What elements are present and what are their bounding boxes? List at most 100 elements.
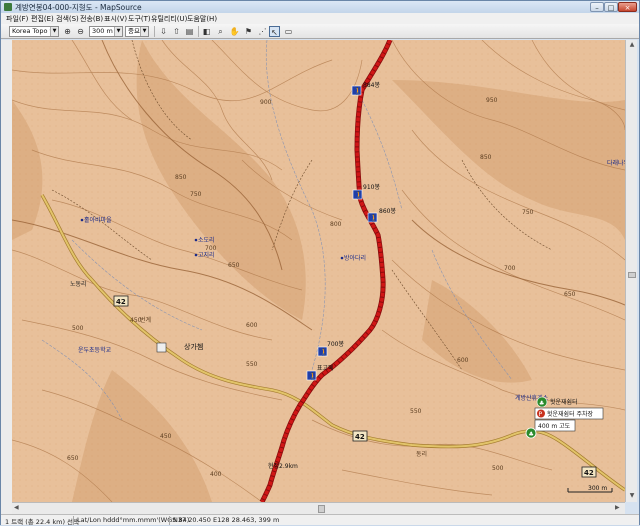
waypoint-label: 910봉: [363, 183, 380, 191]
selection-tool-icon[interactable]: ↖: [269, 26, 280, 37]
zoom-tool-icon[interactable]: ⌕: [215, 26, 226, 37]
vertical-scroll-thumb[interactable]: [628, 272, 636, 278]
poi-label: 방아다리: [344, 254, 366, 262]
cursor-coordinates: N37 20.450 E128 28.463, 399 m: [173, 516, 280, 524]
maximize-button[interactable]: □: [604, 2, 618, 12]
road-label: 번계: [140, 316, 151, 324]
chevron-down-icon: ▼: [140, 27, 148, 36]
hiker-icon: 🚶: [354, 87, 363, 96]
contour-label: 700: [205, 245, 217, 252]
road-shield-1: 42: [113, 295, 129, 307]
sangga-label: 상가쳄: [184, 342, 203, 351]
map-product-select[interactable]: Korea Topo v9 ▼: [9, 26, 59, 37]
status-divider: [73, 516, 74, 525]
menu-edit[interactable]: 편집(E): [31, 14, 54, 24]
hiker-icon: 🚶: [309, 372, 318, 381]
scale-label: 300 m: [588, 485, 607, 492]
contour-label: 550: [246, 361, 258, 368]
map-tool-icon[interactable]: ◧: [201, 26, 212, 37]
tree-icon: ♣: [539, 400, 544, 407]
zoom-in-icon[interactable]: ⊕: [62, 26, 73, 37]
vertical-scrollbar[interactable]: ▲ ▼: [625, 40, 637, 502]
left-panel-edge: [1, 40, 12, 514]
poi-label: 다래나무: [607, 159, 625, 167]
title-bar: 계방연봉04-000-지형도 - MapSource – □ ×: [1, 1, 639, 13]
chevron-down-icon: ▼: [114, 27, 122, 36]
contour-label: 950: [486, 97, 498, 104]
detail-level-value: 중요: [128, 27, 140, 35]
scroll-up-icon[interactable]: ▲: [628, 41, 636, 48]
zoom-out-icon[interactable]: ⊖: [75, 26, 86, 37]
tree-icon: ♣: [529, 431, 534, 438]
parking-icon: P: [539, 411, 543, 418]
status-bar: 1 트랙 (총 22.4 km) 선택 Lat/Lon hddd°mm.mmm'…: [1, 514, 639, 526]
route-tool-icon[interactable]: ⋰: [257, 26, 268, 37]
contour-label: 650: [228, 262, 240, 269]
contour-label: 750: [190, 191, 202, 198]
horizontal-scroll-thumb[interactable]: [318, 505, 325, 513]
contour-label: 500: [72, 325, 84, 332]
scroll-left-icon[interactable]: ◀: [14, 504, 19, 511]
area-label: 동리: [416, 450, 427, 458]
contour-label: 650: [67, 455, 79, 462]
menu-search[interactable]: 검색(S): [56, 14, 79, 24]
scroll-down-icon[interactable]: ▼: [628, 492, 636, 499]
menu-file[interactable]: 파일(F): [6, 14, 28, 24]
contour-label: 450: [160, 433, 172, 440]
contour-label: 600: [246, 322, 258, 329]
measure-tool-icon[interactable]: ▭: [283, 26, 294, 37]
contour-label: 750: [522, 209, 534, 216]
device-icon[interactable]: ▤: [184, 26, 195, 37]
menu-view[interactable]: 표시(V): [104, 14, 127, 24]
menu-tools[interactable]: 도구(T): [128, 14, 151, 24]
waypoint-label: 700봉: [327, 340, 344, 348]
zoom-scale-value: 300 m: [92, 27, 113, 35]
receive-from-device-icon[interactable]: ⇩: [158, 26, 169, 37]
menu-help[interactable]: 도움말(H): [187, 14, 217, 24]
toolbar: Korea Topo v9 ▼ ⊕ ⊖ 300 m ▼ 중요 ▼ ⇩ ⇧ ▤ ◧…: [1, 24, 639, 39]
hiker-icon: 🚶: [370, 214, 379, 223]
scroll-right-icon[interactable]: ▶: [615, 504, 620, 511]
contour-label: 500: [492, 465, 504, 472]
topographic-map[interactable]: 42 42 42 850 800 750 700 650 600 550 500…: [12, 40, 625, 502]
hand-tool-icon[interactable]: ✋: [229, 26, 240, 37]
contour-label: 700: [504, 265, 516, 272]
road-shield-2: 42: [352, 430, 368, 442]
rest-area-waypoint[interactable]: ♣ 헛운재쉼터: [536, 396, 578, 408]
hiker-icon: 🚶: [320, 348, 329, 357]
contour-label: 850: [480, 154, 492, 161]
contour-label: 550: [410, 408, 422, 415]
minimize-button[interactable]: –: [590, 2, 604, 12]
menu-transfer[interactable]: 전송(B): [80, 14, 103, 24]
waypoint-label: 헛운재쉼터 주차장: [547, 410, 594, 418]
road-shield-number: 42: [355, 433, 365, 441]
window-title: 계방연봉04-000-지형도 - MapSource: [15, 3, 142, 12]
send-to-device-icon[interactable]: ⇧: [171, 26, 182, 37]
waypoint-label: 860봉: [379, 207, 396, 215]
parking-waypoint[interactable]: P 헛운재쉼터 주차장: [534, 407, 604, 420]
building-icon: [156, 342, 167, 353]
zoom-scale-select[interactable]: 300 m ▼: [89, 26, 123, 37]
contour-label: 400: [210, 471, 222, 478]
toolbar-separator: [198, 26, 199, 37]
distance-label: 현정2.9km: [268, 462, 298, 470]
poi-label: 고지리: [198, 251, 215, 259]
menu-bar: 파일(F) 편집(E) 검색(S) 전송(B) 표시(V) 도구(T) 유틸리티…: [1, 13, 639, 24]
detail-level-select[interactable]: 중요 ▼: [125, 26, 149, 37]
waypoint-label: 헛운재쉼터: [550, 398, 578, 406]
menu-utilities[interactable]: 유틸리티(U): [151, 14, 187, 24]
horizontal-scrollbar[interactable]: ◀ ▶: [12, 502, 625, 514]
chevron-down-icon: ▼: [50, 27, 58, 36]
waypoint-label: 400 m 고도: [538, 423, 571, 430]
road-shield-number: 42: [116, 298, 126, 306]
mapsource-app-icon: [4, 3, 12, 11]
contour-label: 650: [564, 291, 576, 298]
close-button[interactable]: ×: [618, 2, 637, 12]
contour-label: 850: [175, 174, 187, 181]
waypoint-tool-icon[interactable]: ⚑: [243, 26, 254, 37]
contour-label: 800: [330, 221, 342, 228]
status-divider: [169, 516, 170, 525]
map-view[interactable]: 42 42 42 850 800 750 700 650 600 550 500…: [12, 40, 625, 502]
hiker-icon: 🚶: [355, 191, 364, 200]
toolbar-separator: [154, 26, 155, 37]
